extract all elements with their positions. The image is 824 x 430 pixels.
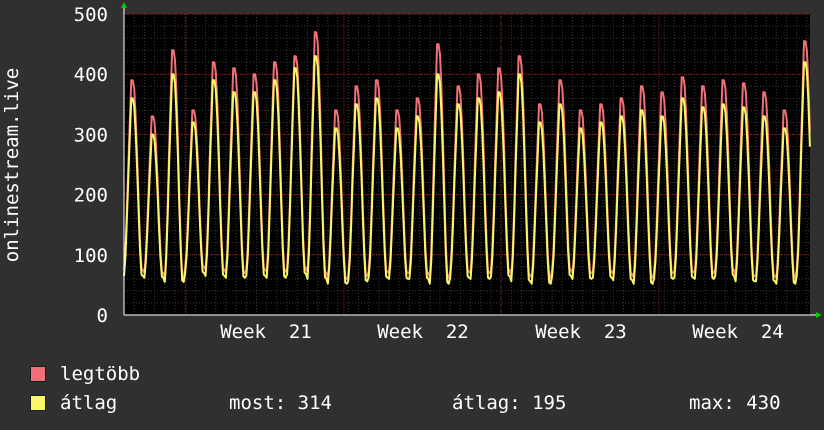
legend-item-max: legtöbb [30,363,140,385]
y-tick-label: 0 [97,305,108,327]
stat-maximum-value: 430 [746,392,781,414]
legend-swatch-max [30,366,46,382]
y-tick-label: 300 [74,124,108,146]
x-tick-label: Week 21 [220,321,312,343]
stat-average: átlag: 195 [452,392,566,414]
x-tick-label: Week 24 [692,321,784,343]
y-axis-title: onlinestream.live [1,68,23,262]
y-tick-label: 500 [74,4,108,26]
y-axis-arrow [121,2,127,8]
legend-item-avg: átlag [30,392,117,414]
legend-swatch-avg [30,395,46,411]
x-axis-arrow [816,312,822,318]
y-tick-label: 400 [74,64,108,86]
legend-label-max: legtöbb [60,363,141,385]
stat-current: most: 314 [229,392,332,414]
y-tick-label: 200 [74,185,108,207]
x-tick-label: Week 22 [377,321,469,343]
y-tick-label: 100 [74,245,108,267]
legend-label-avg: átlag [60,392,118,414]
x-tick-label: Week 23 [535,321,627,343]
stat-average-value: 195 [532,392,567,414]
stat-current-label: most: [229,392,287,414]
stat-average-label: átlag: [452,392,521,414]
stat-maximum: max: 430 [689,392,781,414]
stat-maximum-label: max: [689,392,735,414]
stat-current-value: 314 [297,392,332,414]
